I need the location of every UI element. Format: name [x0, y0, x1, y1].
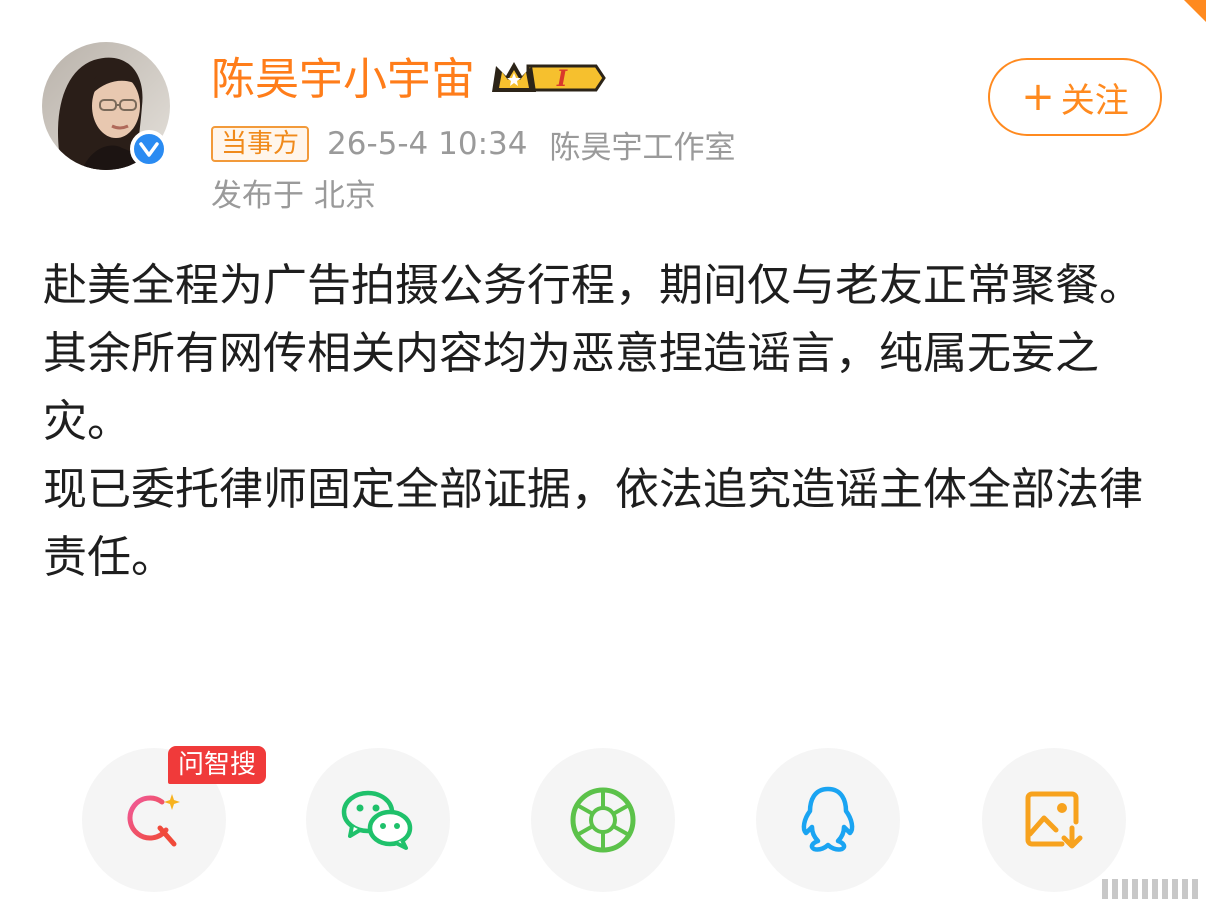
corner-accent [1184, 0, 1206, 22]
save-image-button[interactable] [982, 748, 1126, 892]
follow-button[interactable]: + 关注 [988, 58, 1162, 136]
post-timestamp: 26-5-4 10:34 [327, 126, 528, 162]
vip-crown-badge-icon[interactable]: I [490, 58, 606, 102]
share-qq-button[interactable] [756, 748, 900, 892]
aperture-icon [570, 787, 636, 853]
post-content: 赴美全程为广告拍摄公务行程，期间仅与老友正常聚餐。 其余所有网传相关内容均为恶意… [43, 252, 1153, 592]
wechat-icon [341, 790, 413, 850]
post-paragraph: 其余所有网传相关内容均为恶意捏造谣言，纯属无妄之灾。 [43, 328, 1099, 447]
share-wechat-button[interactable] [306, 748, 450, 892]
follow-label: 关注 [1060, 80, 1129, 121]
post-meta: 当事方 26-5-4 10:34 陈昊宇工作室 [211, 122, 735, 167]
vip-level-text: I [556, 66, 568, 92]
username[interactable]: 陈昊宇小宇宙 [211, 52, 475, 108]
post-source[interactable]: 陈昊宇工作室 [549, 122, 735, 167]
sparkle-search-icon [127, 794, 180, 847]
plus-icon: + [1021, 74, 1055, 120]
post-location: 发布于 北京 [211, 178, 376, 214]
share-moments-button[interactable] [531, 748, 675, 892]
save-image-icon [1025, 791, 1083, 849]
party-tag: 当事方 [211, 126, 310, 162]
qq-penguin-icon [801, 786, 855, 852]
post-paragraph: 现已委托律师固定全部证据，依法追究造谣主体全部法律责任。 [43, 464, 1143, 583]
watermark-icon [1102, 879, 1198, 899]
ai-search-tag: 问智搜 [168, 746, 267, 784]
post-paragraph: 赴美全程为广告拍摄公务行程，期间仅与老友正常聚餐。 [43, 260, 1143, 311]
verified-badge-icon [130, 130, 168, 168]
